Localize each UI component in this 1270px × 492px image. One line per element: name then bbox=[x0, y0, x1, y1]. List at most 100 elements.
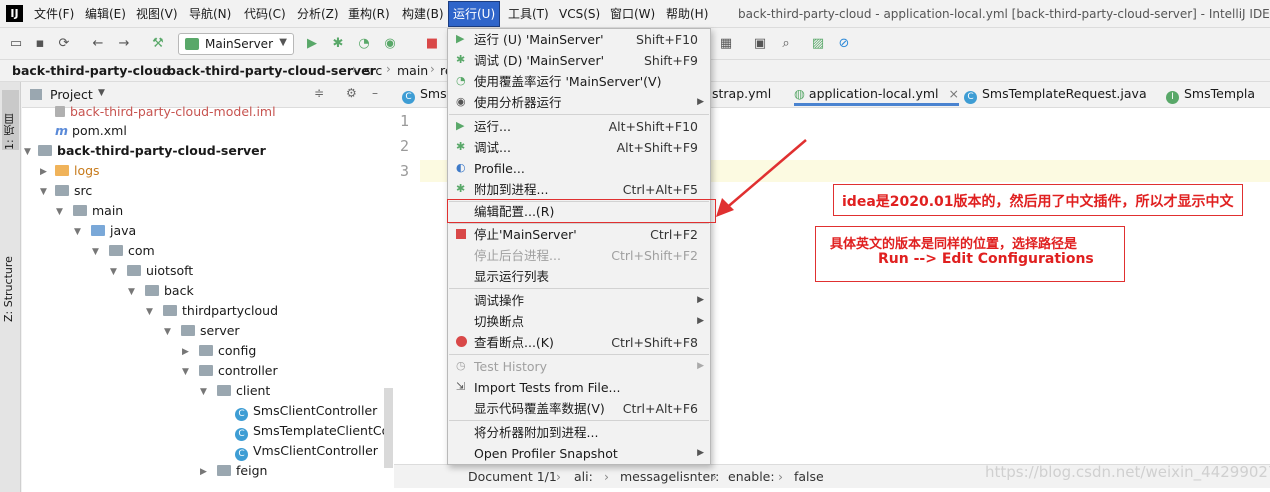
collapse-arrow-icon[interactable]: ▼ bbox=[128, 287, 135, 297]
forward-arrow-icon[interactable]: → bbox=[116, 36, 132, 52]
expand-arrow-icon[interactable]: ▶ bbox=[182, 347, 189, 357]
collapse-arrow-icon[interactable]: ▼ bbox=[92, 247, 99, 257]
profile-icon[interactable]: ◉ bbox=[382, 36, 398, 52]
collapse-arrow-icon[interactable]: ▼ bbox=[110, 267, 117, 277]
menu-item-profile[interactable]: ◐ Profile... bbox=[448, 158, 710, 179]
tree-item[interactable]: back-third-party-cloud-server bbox=[38, 141, 266, 161]
menu-tools[interactable]: 工具(T) bbox=[504, 0, 553, 28]
menu-item-attach-profiler[interactable]: 将分析器附加到进程... bbox=[448, 422, 710, 443]
menu-code[interactable]: 代码(C) bbox=[240, 0, 290, 28]
menu-item-debug-mainserver[interactable]: ✱ 调试 (D) 'MainServer' Shift+F9 bbox=[448, 50, 710, 71]
no-power-save-icon[interactable]: ⊘ bbox=[836, 36, 852, 52]
collapse-arrow-icon[interactable]: ▼ bbox=[56, 207, 63, 217]
menu-item-view-breakpoints[interactable]: 查看断点...(K) Ctrl+Shift+F8 bbox=[448, 332, 710, 353]
menu-edit[interactable]: 编辑(E) bbox=[81, 0, 130, 28]
collapse-arrow-icon[interactable]: ▼ bbox=[182, 367, 189, 377]
tree-item[interactable]: main bbox=[73, 201, 123, 221]
menu-item-toggle-breakpoint[interactable]: 切换断点 ▶ bbox=[448, 311, 710, 332]
tree-item[interactable]: C SmsClientController bbox=[235, 401, 377, 421]
close-icon[interactable]: × bbox=[949, 86, 959, 101]
menu-item-debug[interactable]: ✱ 调试... Alt+Shift+F9 bbox=[448, 137, 710, 158]
tree-item[interactable]: thirdpartycloud bbox=[163, 301, 278, 321]
tab-bootstrap-yml[interactable]: strap.yml bbox=[712, 86, 771, 101]
tree-item[interactable]: C SmsTemplateClientContr bbox=[235, 421, 393, 441]
collapse-arrow-icon[interactable]: ▼ bbox=[40, 187, 47, 197]
hide-icon[interactable]: – bbox=[372, 86, 378, 100]
tab-application-local-yml[interactable]: ◍ application-local.yml × bbox=[794, 86, 960, 106]
status-path-item[interactable]: messagelisnter: bbox=[620, 469, 719, 484]
tree-item[interactable]: uiotsoft bbox=[127, 261, 193, 281]
tree-item[interactable]: C VmsClientController bbox=[235, 441, 378, 461]
expand-arrow-icon[interactable]: ▶ bbox=[200, 467, 207, 477]
status-path-item[interactable]: enable: bbox=[728, 469, 775, 484]
open-folder-icon[interactable]: ▭ bbox=[8, 36, 24, 52]
tree-item[interactable]: config bbox=[199, 341, 256, 361]
tree-item[interactable]: src bbox=[55, 181, 92, 201]
debug-bug-icon[interactable]: ✱ bbox=[330, 36, 346, 52]
menu-item-run-with-profiler[interactable]: ◉ 使用分析器运行 ▶ bbox=[448, 92, 710, 113]
menu-item-debug-actions[interactable]: 调试操作 ▶ bbox=[448, 290, 710, 311]
run-icon[interactable]: ▶ bbox=[304, 36, 320, 52]
menu-help[interactable]: 帮助(H) bbox=[662, 0, 712, 28]
tree-item[interactable]: controller bbox=[199, 361, 278, 381]
breadcrumb-item[interactable]: src bbox=[364, 63, 382, 78]
menu-item-open-profiler-snapshot[interactable]: Open Profiler Snapshot ▶ bbox=[448, 443, 710, 464]
status-path-item[interactable]: ali: bbox=[574, 469, 593, 484]
expand-arrow-icon[interactable]: ▶ bbox=[40, 167, 47, 177]
scrollbar[interactable] bbox=[384, 388, 393, 468]
coverage-icon[interactable]: ◔ bbox=[356, 36, 372, 52]
collapse-arrow-icon[interactable]: ▼ bbox=[24, 147, 31, 157]
tree-item[interactable]: back-third-party-cloud-model.iml bbox=[55, 102, 276, 122]
menu-item-attach-to-process[interactable]: ✱ 附加到进程... Ctrl+Alt+F5 bbox=[448, 179, 710, 200]
tree-item[interactable]: client bbox=[217, 381, 270, 401]
save-icon[interactable]: ▪ bbox=[32, 36, 48, 52]
tree-item[interactable]: java bbox=[91, 221, 136, 241]
menu-item-import-tests[interactable]: ⇲ Import Tests from File... bbox=[448, 377, 710, 398]
collapse-arrow-icon[interactable]: ▼ bbox=[74, 227, 81, 237]
breadcrumb-item[interactable]: back-third-party-cloud-server bbox=[167, 63, 376, 78]
activity-monitor-icon[interactable]: ▨ bbox=[810, 36, 826, 52]
tab-project[interactable]: 1: 项目 bbox=[2, 90, 19, 150]
menu-item-stop-background[interactable]: 停止后台进程... Ctrl+Shift+F2 bbox=[448, 245, 710, 266]
menu-navigate[interactable]: 导航(N) bbox=[185, 0, 235, 28]
tab-sms-template[interactable]: I SmsTempla bbox=[1166, 86, 1255, 104]
collapse-arrow-icon[interactable]: ▼ bbox=[200, 387, 207, 397]
collapse-arrow-icon[interactable]: ▼ bbox=[146, 307, 153, 317]
tab-structure[interactable]: Z: Structure bbox=[2, 242, 19, 322]
breadcrumb-item[interactable]: back-third-party-cloud bbox=[12, 63, 171, 78]
menu-vcs[interactable]: VCS(S) bbox=[555, 0, 604, 28]
menu-analyze[interactable]: 分析(Z) bbox=[293, 0, 343, 28]
search-icon[interactable]: ⌕ bbox=[778, 36, 794, 52]
tree-item[interactable]: logs bbox=[55, 161, 100, 181]
tree-item[interactable]: feign bbox=[217, 461, 267, 481]
breadcrumb-item[interactable]: main bbox=[397, 63, 428, 78]
gear-icon[interactable]: ⚙ bbox=[346, 86, 357, 100]
project-panel-title[interactable]: Project bbox=[50, 87, 93, 102]
back-arrow-icon[interactable]: ← bbox=[90, 36, 106, 52]
chevron-down-icon[interactable]: ▼ bbox=[98, 88, 105, 98]
menu-item-run-mainserver[interactable]: ▶ 运行 (U) 'MainServer' Shift+F10 bbox=[448, 29, 710, 50]
menu-item-show-running-list[interactable]: 显示运行列表 bbox=[448, 266, 710, 287]
tree-item[interactable]: com bbox=[109, 241, 155, 261]
menu-item-run[interactable]: ▶ 运行... Alt+Shift+F10 bbox=[448, 116, 710, 137]
menu-item-stop-mainserver[interactable]: 停止'MainServer' Ctrl+F2 bbox=[448, 224, 710, 245]
tree-item[interactable]: back bbox=[145, 281, 194, 301]
tab-sms-template-request[interactable]: C SmsTemplateRequest.java bbox=[964, 86, 1147, 104]
project-structure-icon[interactable]: ▦ bbox=[718, 36, 734, 52]
menu-window[interactable]: 窗口(W) bbox=[606, 0, 659, 28]
run-configuration-select[interactable]: MainServer ▼ bbox=[178, 33, 294, 55]
collapse-arrow-icon[interactable]: ▼ bbox=[164, 327, 171, 337]
tab-sms[interactable]: C Sms bbox=[402, 86, 447, 104]
menu-build[interactable]: 构建(B) bbox=[398, 0, 448, 28]
stop-icon[interactable]: ■ bbox=[424, 36, 440, 52]
build-hammer-icon[interactable]: ⚒ bbox=[150, 36, 166, 52]
menu-file[interactable]: 文件(F) bbox=[30, 0, 78, 28]
menu-view[interactable]: 视图(V) bbox=[132, 0, 182, 28]
status-document[interactable]: Document 1/1 bbox=[468, 469, 557, 484]
tree-item[interactable]: server bbox=[181, 321, 240, 341]
menu-item-test-history[interactable]: ◷ Test History ▶ bbox=[448, 356, 710, 377]
collapse-all-icon[interactable]: ≑ bbox=[314, 86, 324, 100]
menu-run[interactable]: 运行(U) bbox=[448, 1, 501, 27]
menu-item-show-coverage[interactable]: 显示代码覆盖率数据(V) Ctrl+Alt+F6 bbox=[448, 398, 710, 419]
status-path-item[interactable]: false bbox=[794, 469, 824, 484]
